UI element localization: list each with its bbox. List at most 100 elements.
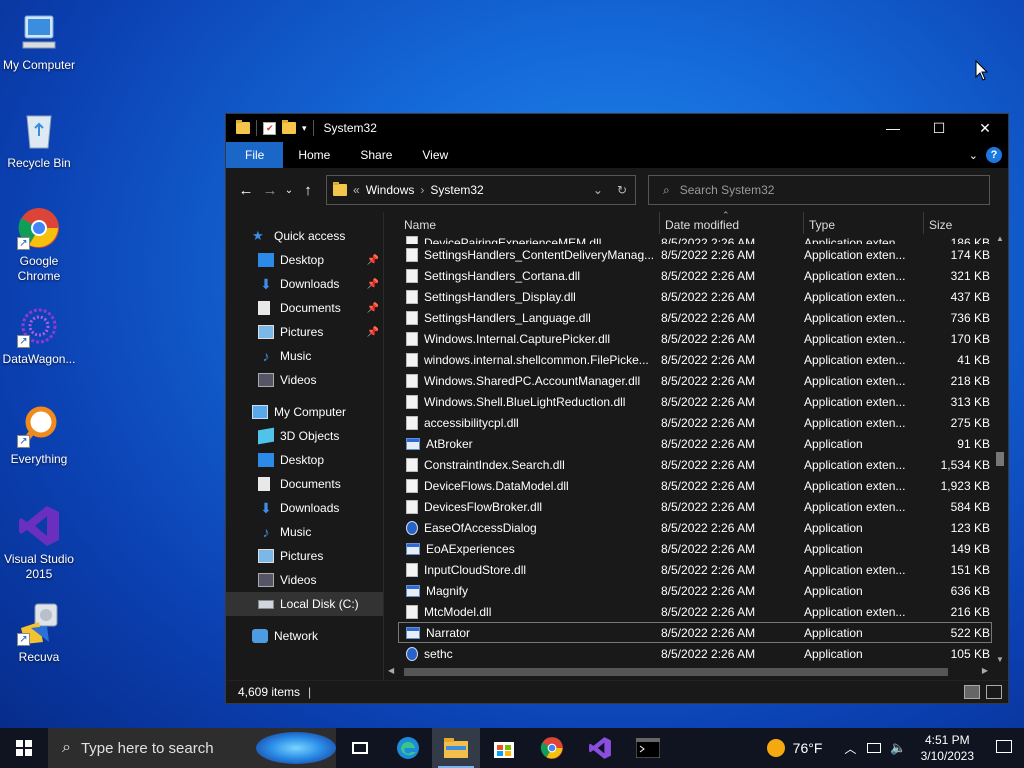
properties-icon[interactable]: ✔ [263, 121, 276, 135]
taskbar-visual-studio[interactable] [576, 728, 624, 768]
nav-quick-downloads[interactable]: ⬇ Downloads 📌 [226, 272, 383, 296]
breadcrumb-system32[interactable]: System32 [430, 183, 483, 197]
large-icons-view-button[interactable] [986, 685, 1002, 699]
horizontal-scrollbar[interactable]: ◀ ▶ [384, 664, 992, 680]
desktop-icon-everything[interactable]: ↗ Everything [0, 404, 78, 467]
column-header-date[interactable]: Date modified [660, 212, 804, 234]
table-row[interactable]: Narrator 8/5/2022 2:26 AM Application 522 K… [398, 622, 992, 643]
table-row[interactable]: Windows.Shell.BlueLightReduction.dll 8/5/… [398, 391, 992, 412]
desktop-icon-chrome[interactable]: ↗ Google Chrome [0, 206, 78, 284]
scroll-right-icon[interactable]: ▶ [982, 666, 988, 675]
customize-toolbar-chevron-icon[interactable]: ▾ [302, 123, 307, 134]
scrollbar-thumb[interactable] [996, 452, 1004, 466]
nav-network[interactable]: Network [226, 624, 383, 648]
table-row[interactable]: Windows.Internal.CapturePicker.dll 8/5/20… [398, 328, 992, 349]
nav-videos[interactable]: Videos [226, 568, 383, 592]
nav-quick-music[interactable]: ♪ Music [226, 344, 383, 368]
desktop-icon-datawagon[interactable]: ↗ DataWagon... [0, 304, 78, 367]
table-row[interactable]: SettingsHandlers_ContentDeliveryManag...… [398, 244, 992, 265]
close-button[interactable]: ✕ [962, 114, 1008, 142]
table-row[interactable]: SettingsHandlers_Language.dll 8/5/2022 2:… [398, 307, 992, 328]
desktop-icon-recycle-bin[interactable]: Recycle Bin [0, 108, 78, 171]
back-button[interactable]: ← [234, 182, 258, 199]
nav-desktop[interactable]: Desktop [226, 448, 383, 472]
nav-quick-access[interactable]: ★ Quick access [226, 224, 383, 248]
nav-3d-objects[interactable]: 3D Objects [226, 424, 383, 448]
address-bar[interactable]: « Windows › System32 ⌄ ↻ [326, 175, 636, 205]
title-bar[interactable]: ✔ ▾ System32 — ☐ ✕ [226, 114, 1008, 142]
table-row[interactable]: windows.internal.shellcommon.FilePicke..… [398, 349, 992, 370]
search-box[interactable]: ⌕ Search System32 [648, 175, 990, 205]
table-row[interactable]: MtcModel.dll 8/5/2022 2:26 AM Application … [398, 601, 992, 622]
scrollbar-thumb[interactable] [404, 668, 948, 676]
column-header-name[interactable]: Name [402, 212, 660, 234]
task-view-button[interactable] [336, 728, 384, 768]
forward-button[interactable]: → [258, 182, 282, 199]
start-button[interactable] [0, 728, 48, 768]
address-dropdown-chevron-icon[interactable]: ⌄ [593, 183, 603, 197]
scroll-left-icon[interactable]: ◀ [388, 666, 394, 675]
tab-file[interactable]: File [226, 142, 284, 168]
pin-icon[interactable]: 📌 [367, 279, 379, 290]
network-icon[interactable] [867, 743, 882, 753]
taskbar-chrome[interactable] [528, 728, 576, 768]
volume-icon[interactable]: 🔈 [886, 740, 910, 756]
taskbar-store[interactable] [480, 728, 528, 768]
desktop-icon-my-computer[interactable]: My Computer [0, 10, 78, 73]
recent-locations-chevron-icon[interactable]: ⌄ [282, 185, 296, 196]
taskbar-file-explorer[interactable] [432, 728, 480, 768]
table-row[interactable]: DevicesFlowBroker.dll 8/5/2022 2:26 AM App… [398, 496, 992, 517]
pin-icon[interactable]: 📌 [367, 255, 379, 266]
nav-my-computer[interactable]: My Computer [226, 400, 383, 424]
help-icon[interactable]: ? [986, 147, 1002, 163]
taskbar-search-box[interactable]: ⌕ Type here to search [48, 728, 336, 768]
nav-quick-documents[interactable]: Documents 📌 [226, 296, 383, 320]
table-row[interactable]: SettingsHandlers_Cortana.dll 8/5/2022 2:2… [398, 265, 992, 286]
scroll-down-icon[interactable]: ▼ [992, 655, 1008, 664]
taskbar-edge[interactable] [384, 728, 432, 768]
table-row[interactable]: EaseOfAccessDialog 8/5/2022 2:26 AM Applic… [398, 517, 992, 538]
tab-home[interactable]: Home [283, 142, 345, 168]
breadcrumb-separator-icon[interactable]: › [420, 183, 424, 197]
table-row[interactable]: InputCloudStore.dll 8/5/2022 2:26 AM Appli… [398, 559, 992, 580]
table-row[interactable]: Windows.SharedPC.AccountManager.dll 8/5/2… [398, 370, 992, 391]
nav-music[interactable]: ♪ Music [226, 520, 383, 544]
table-row[interactable]: Magnify 8/5/2022 2:26 AM Application 636 KB [398, 580, 992, 601]
nav-quick-desktop[interactable]: Desktop 📌 [226, 248, 383, 272]
details-view-button[interactable] [964, 685, 980, 699]
table-row[interactable]: accessibilitycpl.dll 8/5/2022 2:26 AM Appl… [398, 412, 992, 433]
nav-quick-videos[interactable]: Videos [226, 368, 383, 392]
table-row[interactable]: DeviceFlows.DataModel.dll 8/5/2022 2:26 A… [398, 475, 992, 496]
vertical-scrollbar[interactable]: ▲ ▼ [992, 234, 1008, 664]
nav-quick-pictures[interactable]: Pictures 📌 [226, 320, 383, 344]
table-row[interactable]: EoAExperiences 8/5/2022 2:26 AM Applicatio… [398, 538, 992, 559]
breadcrumb-overflow[interactable]: « [353, 183, 360, 197]
taskbar-terminal[interactable] [624, 728, 672, 768]
expand-ribbon-chevron-icon[interactable]: ⌄ [969, 149, 978, 162]
nav-downloads[interactable]: ⬇ Downloads [226, 496, 383, 520]
nav-local-disk-c[interactable]: Local Disk (C:) [226, 592, 383, 616]
refresh-icon[interactable]: ↻ [617, 183, 627, 197]
desktop-icon-visual-studio[interactable]: Visual Studio 2015 [0, 504, 78, 582]
pin-icon[interactable]: 📌 [367, 327, 379, 338]
nav-documents[interactable]: Documents [226, 472, 383, 496]
nav-pictures[interactable]: Pictures [226, 544, 383, 568]
action-center-button[interactable] [984, 740, 1024, 756]
new-folder-icon[interactable] [282, 120, 296, 134]
clock[interactable]: 4:51 PM 3/10/2023 [911, 732, 984, 764]
maximize-button[interactable]: ☐ [916, 114, 962, 142]
pin-icon[interactable]: 📌 [367, 303, 379, 314]
table-row[interactable]: ConstraintIndex.Search.dll 8/5/2022 2:26 … [398, 454, 992, 475]
table-row-partial[interactable]: DevicePairingExperienceMEM.dll 8/5/2022 … [398, 234, 992, 244]
desktop-icon-recuva[interactable]: ↗ Recuva [0, 602, 78, 665]
up-button[interactable]: ↑ [296, 182, 320, 199]
table-row[interactable]: SettingsHandlers_Display.dll 8/5/2022 2:2… [398, 286, 992, 307]
breadcrumb-windows[interactable]: Windows [366, 183, 415, 197]
tab-share[interactable]: Share [345, 142, 407, 168]
column-header-type[interactable]: Type [804, 212, 924, 234]
column-header-size[interactable]: Size [924, 212, 996, 234]
tab-view[interactable]: View [407, 142, 463, 168]
table-row[interactable]: sethc 8/5/2022 2:26 AM Application 105 KB [398, 643, 992, 664]
table-row[interactable]: AtBroker 8/5/2022 2:26 AM Application 91 KB [398, 433, 992, 454]
show-hidden-icons-chevron-icon[interactable]: ︿ [838, 740, 862, 757]
